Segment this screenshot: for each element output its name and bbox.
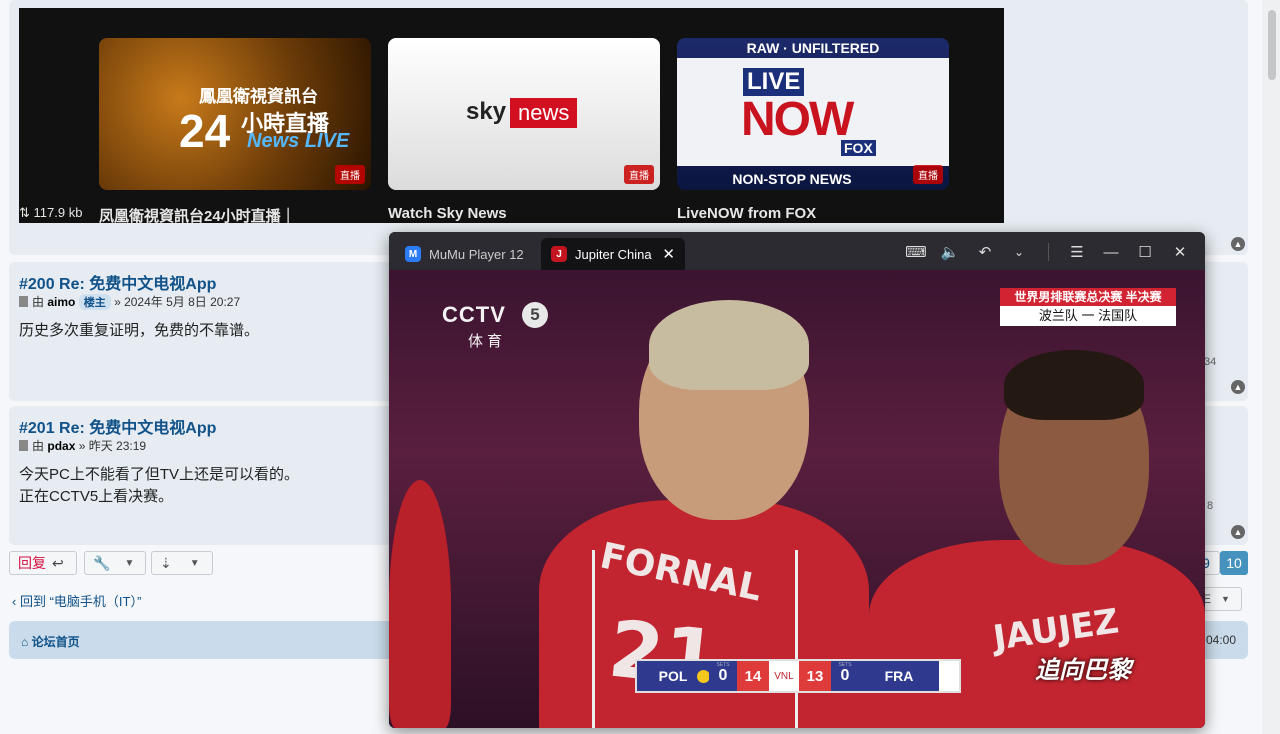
post-tools-button[interactable]: 🔧 ▼ [84, 551, 146, 575]
post-file-icon [19, 296, 28, 307]
league-logo-icon: VNL [769, 661, 799, 691]
keyboard-icon[interactable]: ⌨ [905, 242, 927, 262]
moderator-badge: 楼主 [78, 294, 111, 310]
page-scrollbar[interactable] [1262, 0, 1280, 734]
post-meta: 由 pdax » 昨天 23:19 [19, 437, 146, 454]
net-post [592, 550, 595, 728]
match-info-box: 世界男排联赛总决赛 半决赛 波兰队 一 法国队 [1000, 288, 1176, 326]
watermark-logo: 追向巴黎 [1035, 657, 1131, 684]
tab-mumu-player[interactable]: M MuMu Player 12 [395, 238, 537, 270]
back-to-top-icon[interactable]: ▲ [1231, 380, 1245, 394]
fox-top-line: RAW · UNFILTERED [746, 40, 880, 56]
fox-fox-text: FOX [841, 140, 876, 156]
post-title[interactable]: #201 Re: 免费中文电视App [19, 414, 216, 438]
minimize-icon[interactable]: — [1101, 242, 1121, 262]
cctv5-logo: CCTV 5 体育 [442, 302, 548, 350]
post-author[interactable]: pdax [47, 439, 75, 453]
speed-readout: ⇅ 117.9 kb [19, 205, 83, 220]
reply-button[interactable]: 回复 ↩ [9, 551, 77, 575]
fox-bottom-line: NON-STOP NEWS [732, 171, 852, 187]
video-card-phoenix[interactable]: 鳳凰衛視資訊台 24 小時直播 News LIVE 直播 [99, 38, 371, 190]
post-date: » 昨天 23:19 [78, 439, 147, 453]
footer-time: 04:00 [1205, 633, 1236, 647]
chevron-down-icon[interactable]: ⌄ [1009, 242, 1029, 262]
player-left-figure [389, 480, 451, 728]
sets-a: SETS 0 [709, 661, 737, 691]
toolbar-separator [1048, 243, 1049, 261]
video-player[interactable]: FORNAL 21 JAUJEZ CCTV 5 体育 世界男排联赛总决赛 半决赛… [389, 270, 1205, 728]
chevron-down-icon: ▼ [1221, 594, 1230, 604]
post-author[interactable]: aimo [47, 295, 75, 309]
close-tab-icon[interactable]: ✕ [662, 245, 675, 263]
back-to-forum-link[interactable]: ‹ 回到 “电脑手机（IT）” [12, 591, 141, 610]
chevron-left-icon: ‹ [12, 594, 20, 609]
mumu-app-icon: M [405, 246, 421, 262]
live-badge: 直播 [913, 165, 943, 184]
menu-icon[interactable]: ☰ [1067, 242, 1087, 262]
live-badge: 直播 [624, 165, 654, 184]
volume-icon[interactable]: 🔈 [940, 242, 960, 262]
video-grid: 鳳凰衛視資訊台 24 小時直播 News LIVE 直播 sky news 直播… [19, 8, 1004, 226]
sort-icon: ⇣ [160, 554, 172, 571]
close-window-icon[interactable]: ✕ [1170, 242, 1190, 262]
video-card-sky[interactable]: sky news 直播 [388, 38, 660, 190]
back-to-top-icon[interactable]: ▲ [1231, 525, 1245, 539]
sky-logo-text: sky [466, 98, 507, 125]
player-right-hair [1004, 350, 1144, 420]
jupiter-app-icon: J [551, 246, 567, 262]
post-body: 今天PC上不能看了但TV上还是可以看的。 正在CCTV5上看决赛。 [19, 466, 300, 505]
post-file-icon [19, 440, 28, 451]
chevron-down-icon: ▼ [189, 557, 200, 569]
video-card-label-fox[interactable]: LiveNOW from FOX [677, 205, 816, 222]
phoenix-logo-line3: News LIVE [247, 130, 350, 152]
sky-news-logo: news [510, 98, 578, 128]
forum-home-link[interactable]: ⌂ 论坛首页 [21, 633, 80, 650]
home-icon: ⌂ [21, 635, 32, 649]
video-card-label-sky[interactable]: Watch Sky News [388, 205, 507, 222]
video-card-fox[interactable]: RAW · UNFILTERED LIVE NOW FOX NON-STOP N… [677, 38, 949, 190]
scoreboard: POL SETS 0 14 VNL 13 SETS 0 FRA [635, 659, 961, 693]
mumu-player-window: M MuMu Player 12 J Jupiter China ✕ ⌨ 🔈 ↶… [389, 232, 1205, 728]
transfer-arrows-icon: ⇅ [19, 205, 34, 220]
back-icon[interactable]: ↶ [975, 242, 995, 262]
chevron-down-icon: ▼ [124, 557, 135, 569]
reply-arrow-icon: ↩ [52, 554, 64, 571]
points-a: 14 [737, 661, 769, 691]
video-card-label-phoenix[interactable]: 凤凰衛視資訊台24小时直播｜ [99, 205, 296, 226]
wrench-icon: 🔧 [93, 554, 111, 571]
sort-button[interactable]: ⇣ ▼ [151, 551, 213, 575]
tab-jupiter-china[interactable]: J Jupiter China ✕ [541, 238, 685, 270]
post-body: 历史多次重复证明，免费的不靠谱。 [19, 322, 260, 339]
post-side-time: 34 [1204, 356, 1217, 368]
live-badge: 直播 [335, 165, 365, 184]
post-title[interactable]: #200 Re: 免费中文电视App [19, 270, 216, 294]
scrollbar-thumb[interactable] [1268, 10, 1276, 80]
post-meta: 由 aimo 楼主 » 2024年 5月 8日 20:27 [19, 293, 240, 310]
back-to-top-icon[interactable]: ▲ [1231, 237, 1245, 251]
maximize-icon[interactable]: ☐ [1135, 242, 1155, 262]
page-button-current[interactable]: 10 [1220, 551, 1248, 575]
team-b: FRA [859, 661, 939, 691]
fox-now-text: NOW [741, 93, 854, 146]
post-date: » 2024年 5月 8日 20:27 [114, 295, 241, 309]
player-center-hair [649, 300, 809, 390]
phoenix-logo-24: 24 [179, 105, 231, 157]
net-post [795, 550, 798, 728]
mumu-titlebar[interactable]: M MuMu Player 12 J Jupiter China ✕ ⌨ 🔈 ↶… [389, 232, 1205, 270]
sets-b: SETS 0 [831, 661, 859, 691]
points-b: 13 [799, 661, 831, 691]
post-side-time: 8 [1207, 500, 1214, 512]
